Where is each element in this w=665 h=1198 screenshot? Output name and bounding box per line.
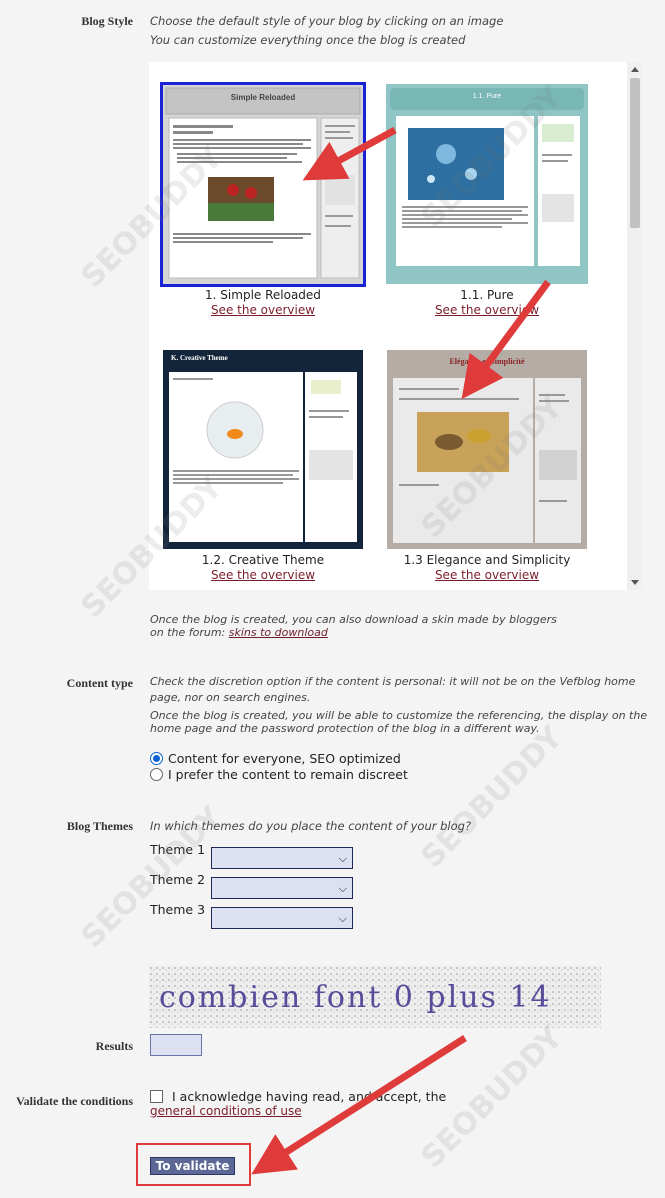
theme-card-pure[interactable]: 1.1. Pure bbox=[386, 84, 588, 284]
results-label: Results bbox=[95, 1039, 133, 1053]
theme-caption: 1.1. Pure bbox=[460, 288, 514, 302]
theme-card-simple-reloaded[interactable]: Simple Reloaded bbox=[160, 82, 366, 287]
skin-note-2: on the forum: skins to download bbox=[150, 623, 328, 642]
svg-text:Elégance et Simplicité: Elégance et Simplicité bbox=[449, 357, 525, 366]
scroll-thumb[interactable] bbox=[630, 78, 640, 228]
theme-1-select[interactable]: ⌵ bbox=[211, 847, 353, 869]
theme-preview-simple-reloaded[interactable]: Simple Reloaded bbox=[163, 85, 363, 284]
theme-caption: 1. Simple Reloaded bbox=[205, 288, 321, 302]
validate-button[interactable]: To validate bbox=[150, 1157, 235, 1175]
blog-style-label: Blog Style bbox=[81, 14, 133, 28]
skin-note-prefix: on the forum: bbox=[150, 626, 229, 639]
see-overview-link[interactable]: See the overview bbox=[160, 568, 366, 582]
blog-style-intro-2: You can customize everything once the bl… bbox=[150, 33, 466, 47]
theme-card-elegance[interactable]: Elégance et Simplicité bbox=[387, 350, 587, 549]
radio-unchecked-icon[interactable] bbox=[150, 768, 163, 781]
theme-2-label: Theme 2 bbox=[150, 872, 206, 887]
see-overview-link[interactable]: See the overview bbox=[386, 303, 588, 317]
theme-caption: 1.2. Creative Theme bbox=[201, 553, 325, 567]
see-overview-link[interactable]: See the overview bbox=[386, 568, 588, 582]
watermark: SEOBUDDY bbox=[414, 720, 570, 875]
conditions-checkbox[interactable] bbox=[150, 1090, 163, 1103]
radio-content-public[interactable]: Content for everyone, SEO optimized bbox=[150, 751, 401, 766]
radio-content-discreet[interactable]: I prefer the content to remain discreet bbox=[150, 767, 408, 782]
conditions-label: Validate the conditions bbox=[16, 1094, 133, 1108]
svg-text:K. Creative Theme: K. Creative Theme bbox=[171, 354, 228, 362]
content-type-para2-2: home page and the password protection of… bbox=[150, 722, 540, 735]
gallery-scrollbar[interactable] bbox=[627, 62, 643, 590]
blog-style-intro-1: Choose the default style of your blog by… bbox=[150, 14, 504, 28]
theme-preview-elegance[interactable]: Elégance et Simplicité bbox=[387, 350, 587, 549]
theme-caption: 1.3 Elegance and Simplicity bbox=[403, 553, 571, 567]
blog-themes-question: In which themes do you place the content… bbox=[150, 819, 472, 833]
radio-label: I prefer the content to remain discreet bbox=[168, 767, 408, 782]
theme-preview-pure[interactable]: 1.1. Pure bbox=[386, 84, 588, 284]
results-input[interactable] bbox=[150, 1034, 202, 1056]
theme-1-label: Theme 1 bbox=[150, 842, 206, 857]
blog-themes-label: Blog Themes bbox=[66, 819, 133, 833]
scroll-up-icon[interactable] bbox=[631, 67, 639, 72]
conditions-text: I acknowledge having read, and accept, t… bbox=[172, 1089, 447, 1104]
conditions-link[interactable]: general conditions of use bbox=[150, 1104, 302, 1118]
style-gallery[interactable]: Simple Reloaded 1. Simple Reloaded See t… bbox=[149, 62, 643, 590]
theme-2-select[interactable]: ⌵ bbox=[211, 877, 353, 899]
captcha-image: combien font 0 plus 14 bbox=[149, 966, 601, 1028]
content-type-label: Content type bbox=[66, 676, 133, 690]
theme-preview-creative[interactable]: K. Creative Theme bbox=[163, 350, 363, 549]
see-overview-link[interactable]: See the overview bbox=[160, 303, 366, 317]
radio-label: Content for everyone, SEO optimized bbox=[168, 751, 401, 766]
content-type-para1-1: Check the discretion option if the conte… bbox=[150, 675, 636, 688]
chevron-down-icon[interactable]: ⌵ bbox=[339, 852, 347, 866]
scroll-down-icon[interactable] bbox=[631, 580, 639, 585]
chevron-down-icon[interactable]: ⌵ bbox=[339, 882, 347, 896]
theme-3-label: Theme 3 bbox=[150, 902, 206, 917]
radio-checked-icon[interactable] bbox=[150, 752, 163, 765]
svg-text:Simple Reloaded: Simple Reloaded bbox=[231, 93, 296, 102]
skins-download-link[interactable]: skins to download bbox=[229, 626, 328, 639]
content-type-para1-2: page, nor on search engines. bbox=[150, 691, 311, 704]
theme-3-select[interactable]: ⌵ bbox=[211, 907, 353, 929]
svg-text:1.1. Pure: 1.1. Pure bbox=[473, 93, 502, 100]
theme-card-creative[interactable]: K. Creative Theme bbox=[163, 350, 363, 549]
chevron-down-icon[interactable]: ⌵ bbox=[339, 912, 347, 926]
captcha-text: combien font 0 plus 14 bbox=[159, 980, 552, 1015]
